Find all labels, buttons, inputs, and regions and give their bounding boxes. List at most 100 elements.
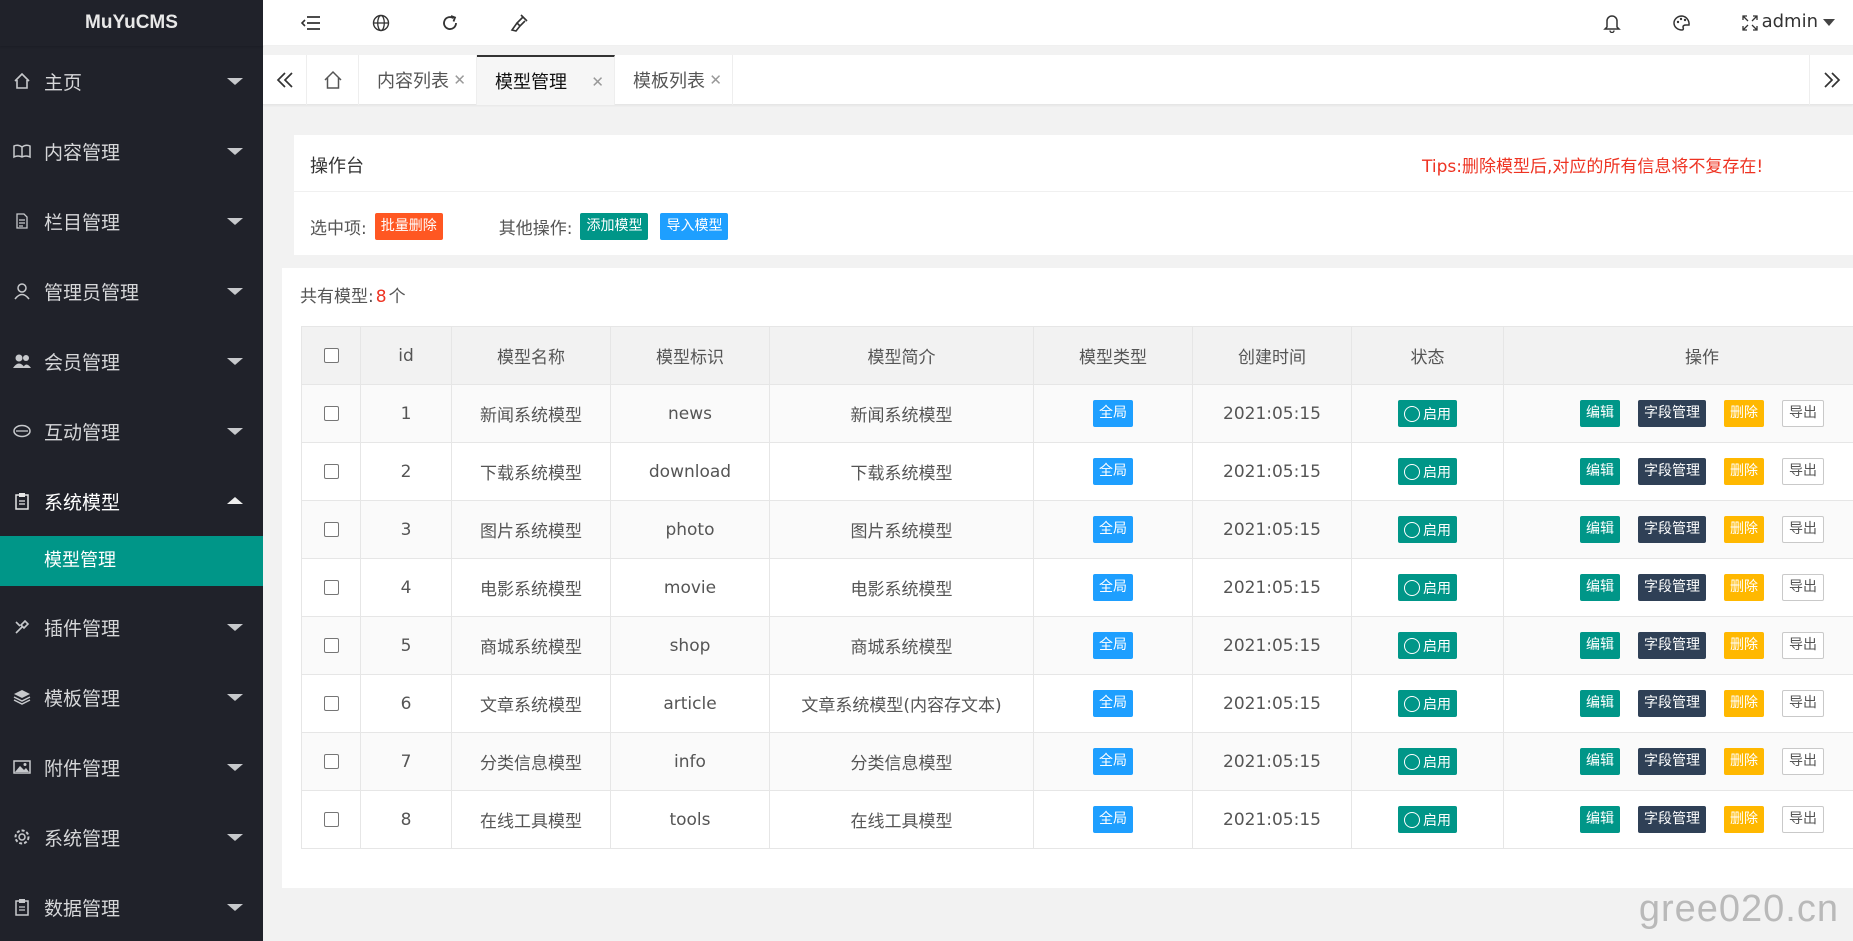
row-checkbox[interactable]	[323, 406, 339, 421]
sidebar-item-label: 系统管理	[44, 827, 121, 850]
field-manage-button[interactable]: 字段管理	[1638, 458, 1706, 485]
sidebar-item-templates[interactable]: 模板管理	[0, 662, 263, 732]
sidebar-item-attachments[interactable]: 附件管理	[0, 732, 263, 802]
sidebar-item-label: 栏目管理	[44, 211, 121, 234]
field-manage-button[interactable]: 字段管理	[1638, 690, 1706, 717]
tabs-scroll-right-icon[interactable]	[1809, 55, 1853, 105]
add-model-button[interactable]: 添加模型	[580, 213, 649, 240]
row-checkbox[interactable]	[323, 812, 339, 827]
delete-button[interactable]: 删除	[1724, 690, 1764, 717]
export-button[interactable]: 导出	[1782, 748, 1824, 775]
sidebar-item-system-model[interactable]: 系统模型	[0, 466, 263, 536]
sidebar-item-content[interactable]: 内容管理	[0, 116, 263, 186]
row-checkbox[interactable]	[323, 522, 339, 537]
table-row: 1 新闻系统模型 news 新闻系统模型 全局 2021:05:15 启用 编辑 字段管理 删除导…	[301, 384, 1853, 443]
theme-palette-icon[interactable]	[1671, 12, 1693, 34]
status-toggle-button[interactable]: 启用	[1398, 458, 1457, 485]
row-checkbox[interactable]	[323, 580, 339, 595]
close-icon[interactable]: ✕	[709, 71, 722, 89]
sidebar-item-interaction[interactable]: 互动管理	[0, 396, 263, 466]
edit-button[interactable]: 编辑	[1580, 690, 1620, 717]
tab-content-list[interactable]: 内容列表 ✕	[359, 55, 477, 105]
row-checkbox[interactable]	[323, 696, 339, 711]
edit-button[interactable]: 编辑	[1580, 748, 1620, 775]
field-manage-button[interactable]: 字段管理	[1638, 400, 1706, 427]
chevron-down-icon	[227, 694, 243, 701]
close-icon[interactable]: ✕	[591, 73, 604, 91]
tab-template-list[interactable]: 模板列表 ✕	[615, 55, 733, 105]
cell-model-desc: 商城系统模型	[769, 616, 1034, 675]
status-toggle-button[interactable]: 启用	[1398, 400, 1457, 427]
bell-icon[interactable]	[1601, 12, 1623, 34]
sidebar-item-data[interactable]: 数据管理	[0, 872, 263, 941]
export-button[interactable]: 导出	[1782, 690, 1824, 717]
batch-delete-button[interactable]: 批量删除	[374, 213, 443, 240]
app-logo[interactable]: MuYuCMS	[0, 0, 263, 46]
status-toggle-button[interactable]: 启用	[1398, 574, 1457, 601]
edit-button[interactable]: 编辑	[1580, 632, 1620, 659]
delete-button[interactable]: 删除	[1724, 632, 1764, 659]
field-manage-button[interactable]: 字段管理	[1638, 748, 1706, 775]
delete-button[interactable]: 删除	[1724, 748, 1764, 775]
field-manage-button[interactable]: 字段管理	[1638, 574, 1706, 601]
user-menu[interactable]: admin	[1762, 11, 1835, 32]
menu-collapse-icon[interactable]	[300, 12, 322, 34]
status-toggle-button[interactable]: 启用	[1398, 516, 1457, 543]
sidebar-item-label: 附件管理	[44, 757, 121, 780]
sidebar-item-plugins[interactable]: 插件管理	[0, 592, 263, 662]
export-button[interactable]: 导出	[1782, 516, 1824, 543]
tabs-scroll-left-icon[interactable]	[263, 55, 307, 105]
row-checkbox[interactable]	[323, 638, 339, 653]
import-model-button[interactable]: 导入模型	[660, 213, 729, 240]
edit-button[interactable]: 编辑	[1580, 806, 1620, 833]
close-icon[interactable]: ✕	[453, 71, 466, 89]
select-all-checkbox[interactable]	[323, 348, 339, 363]
tab-home-icon[interactable]	[307, 55, 359, 105]
divider	[294, 191, 1853, 192]
refresh-icon[interactable]	[439, 12, 461, 34]
status-label: 启用	[1423, 464, 1451, 481]
cell-id: 1	[360, 384, 452, 443]
export-button[interactable]: 导出	[1782, 632, 1824, 659]
sidebar-item-members[interactable]: 会员管理	[0, 326, 263, 396]
status-toggle-button[interactable]: 启用	[1398, 748, 1457, 775]
sidebar-item-label: 主页	[44, 71, 83, 94]
tab-label: 模型管理	[495, 72, 567, 93]
clear-cache-icon[interactable]	[508, 12, 530, 34]
username: admin	[1761, 11, 1818, 32]
status-toggle-button[interactable]: 启用	[1398, 690, 1457, 717]
status-toggle-button[interactable]: 启用	[1398, 632, 1457, 659]
edit-button[interactable]: 编辑	[1580, 458, 1620, 485]
sidebar-item-label: 管理员管理	[44, 281, 140, 304]
sidebar-item-home[interactable]: 主页	[0, 46, 263, 116]
delete-button[interactable]: 删除	[1724, 806, 1764, 833]
field-manage-button[interactable]: 字段管理	[1638, 632, 1706, 659]
export-button[interactable]: 导出	[1782, 458, 1824, 485]
status-toggle-button[interactable]: 启用	[1398, 806, 1457, 833]
sidebar-item-system[interactable]: 系统管理	[0, 802, 263, 872]
export-button[interactable]: 导出	[1782, 574, 1824, 601]
field-manage-button[interactable]: 字段管理	[1638, 516, 1706, 543]
chat-icon	[12, 421, 32, 441]
cell-status: 启用	[1351, 616, 1504, 675]
sidebar-subitem-model-manage[interactable]: 模型管理	[0, 536, 263, 586]
cell-model-desc: 新闻系统模型	[769, 384, 1034, 443]
delete-button[interactable]: 删除	[1724, 400, 1764, 427]
export-button[interactable]: 导出	[1782, 400, 1824, 427]
field-manage-button[interactable]: 字段管理	[1638, 806, 1706, 833]
edit-button[interactable]: 编辑	[1580, 574, 1620, 601]
edit-button[interactable]: 编辑	[1580, 516, 1620, 543]
sidebar-item-admins[interactable]: 管理员管理	[0, 256, 263, 326]
export-button[interactable]: 导出	[1782, 806, 1824, 833]
delete-button[interactable]: 删除	[1724, 516, 1764, 543]
delete-button[interactable]: 删除	[1724, 458, 1764, 485]
cell-status: 启用	[1351, 674, 1504, 733]
sidebar-item-columns[interactable]: 栏目管理	[0, 186, 263, 256]
row-checkbox[interactable]	[323, 754, 339, 769]
edit-button[interactable]: 编辑	[1580, 400, 1620, 427]
row-checkbox[interactable]	[323, 464, 339, 479]
globe-icon[interactable]	[370, 12, 392, 34]
tab-model-manage[interactable]: 模型管理 ✕	[477, 55, 615, 105]
fullscreen-icon[interactable]	[1739, 12, 1761, 34]
delete-button[interactable]: 删除	[1724, 574, 1764, 601]
